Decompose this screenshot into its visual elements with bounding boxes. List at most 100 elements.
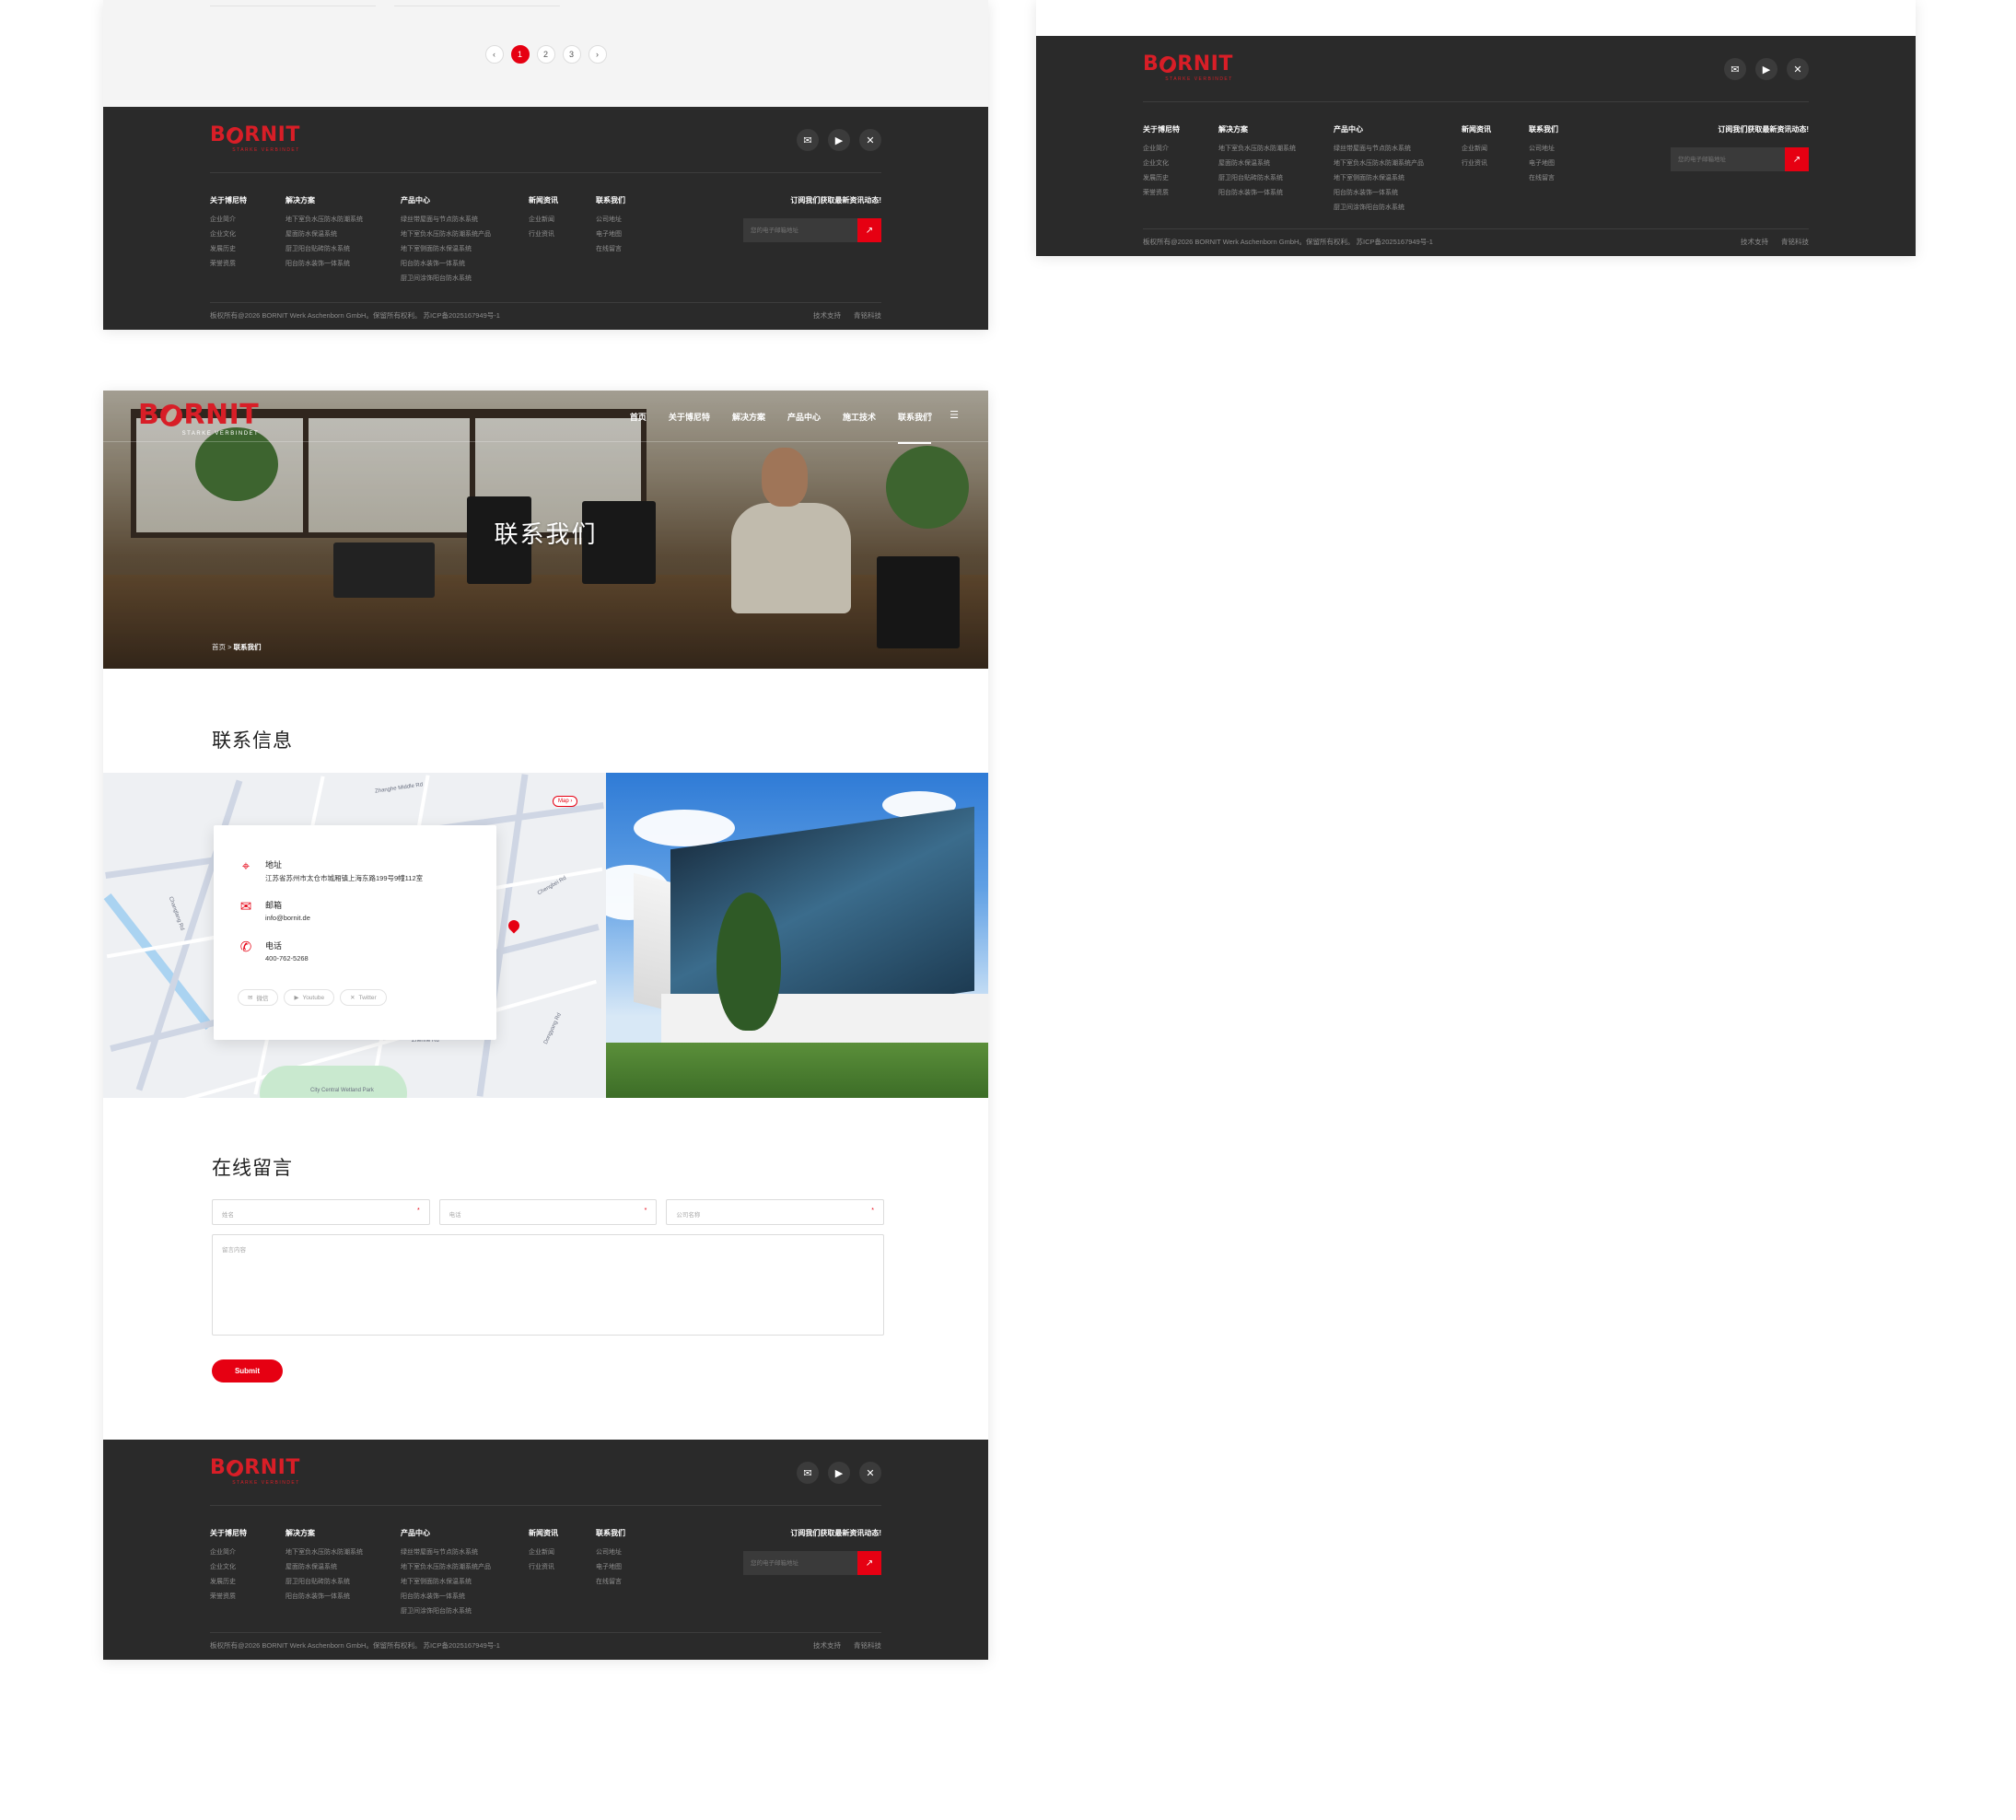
footer-link[interactable]: 地下室侧面防水保温系统 (401, 242, 529, 257)
location-map[interactable]: Zhanghe Middle Rd Changlang Rd Chengbei … (103, 773, 606, 1098)
wechat-chip[interactable]: ✉ 微信 (238, 989, 279, 1006)
nav-item-products[interactable]: 产品中心 (787, 411, 821, 444)
footer-link[interactable]: 屋面防水保温系统 (1218, 157, 1334, 171)
footer-link[interactable]: 阳台防水装饰一体系统 (401, 257, 529, 272)
pagination-page-2[interactable]: 2 (536, 45, 555, 64)
footer-link[interactable]: 发展历史 (210, 1575, 286, 1590)
footer-link[interactable]: 阳台防水装饰一体系统 (401, 1590, 529, 1604)
credit-link[interactable]: 青铭科技 (1781, 238, 1809, 246)
footer-link[interactable]: 荣誉资质 (210, 257, 286, 272)
footer-link[interactable]: 行业资讯 (529, 1560, 596, 1575)
footer-link[interactable]: 企业文化 (1143, 157, 1218, 171)
newsletter-email-input[interactable] (743, 218, 857, 242)
name-input[interactable]: 姓名 * (212, 1199, 430, 1225)
site-logo[interactable]: B RNIT STARKE VERBINDET (138, 402, 259, 438)
footer-link[interactable]: 地下室负水压防水防潮系统 (286, 213, 401, 228)
newsletter-email-input[interactable] (743, 1551, 857, 1575)
footer-link[interactable]: 厨卫间涂饰阳台防水系统 (401, 272, 529, 286)
x-twitter-icon[interactable]: ✕ (859, 1462, 881, 1484)
footer-link[interactable]: 地下室负水压防水防潮系统产品 (401, 228, 529, 242)
youtube-icon[interactable]: ▶ (828, 129, 850, 151)
footer-link[interactable]: 企业新闻 (529, 213, 596, 228)
footer-link[interactable]: 行业资讯 (1462, 157, 1529, 171)
twitter-chip[interactable]: ✕ Twitter (340, 989, 387, 1006)
footer-logo[interactable]: B RNIT STARKE VERBINDET (210, 125, 300, 154)
footer-link[interactable]: 企业新闻 (1462, 142, 1529, 157)
wechat-icon[interactable]: ✉ (1724, 58, 1746, 80)
footer-link[interactable]: 绿丝带屋面与节点防水系统 (401, 213, 529, 228)
nav-item-solutions[interactable]: 解决方案 (732, 411, 765, 444)
nav-item-contact[interactable]: 联系我们 (897, 411, 931, 444)
x-twitter-icon[interactable]: ✕ (1787, 58, 1809, 80)
newsletter-submit-arrow-icon[interactable]: ↗ (857, 218, 881, 242)
footer-link[interactable]: 电子地图 (596, 228, 660, 242)
nav-item-home[interactable]: 首页 (630, 411, 647, 444)
footer-link[interactable]: 厨卫间涂饰阳台防水系统 (1334, 201, 1462, 216)
footer-link[interactable]: 电子地图 (1529, 157, 1593, 171)
map-location-pin-icon[interactable] (506, 917, 522, 934)
footer-link[interactable]: 发展历史 (1143, 171, 1218, 186)
footer-link[interactable]: 公司地址 (596, 213, 660, 228)
footer-link[interactable]: 荣誉资质 (210, 1590, 286, 1604)
pagination-next-button[interactable]: › (588, 45, 607, 64)
email-value[interactable]: info@bornit.de (265, 914, 310, 922)
phone-input[interactable]: 电话 * (438, 1199, 658, 1225)
footer-logo[interactable]: B RNIT STARKE VERBINDET (210, 1458, 300, 1487)
footer-link[interactable]: 企业简介 (210, 1546, 286, 1560)
footer-link[interactable]: 在线留言 (596, 242, 660, 257)
footer-link[interactable]: 荣誉资质 (1143, 186, 1218, 201)
footer-link[interactable]: 阳台防水装饰一体系统 (1218, 186, 1334, 201)
nav-item-construction[interactable]: 施工技术 (843, 411, 876, 444)
newsletter-email-input[interactable] (1671, 147, 1785, 171)
youtube-icon[interactable]: ▶ (1755, 58, 1777, 80)
submit-button[interactable]: Submit (212, 1359, 283, 1382)
footer-link[interactable]: 电子地图 (596, 1560, 660, 1575)
footer-link[interactable]: 公司地址 (1529, 142, 1593, 157)
footer-link[interactable]: 地下室负水压防水防潮系统产品 (401, 1560, 529, 1575)
message-textarea[interactable]: 留言内容 (212, 1234, 884, 1336)
footer-link[interactable]: 绿丝带屋面与节点防水系统 (401, 1546, 529, 1560)
pagination-page-1[interactable]: 1 (510, 45, 530, 64)
pagination-prev-button[interactable]: ‹ (484, 45, 504, 64)
tech-support-link[interactable]: 技术支持 (1741, 238, 1768, 246)
youtube-icon[interactable]: ▶ (828, 1462, 850, 1484)
phone-value[interactable]: 400-762-5268 (265, 954, 309, 962)
footer-link[interactable]: 阳台防水装饰一体系统 (286, 1590, 401, 1604)
footer-link[interactable]: 屋面防水保温系统 (286, 1560, 401, 1575)
footer-link[interactable]: 绿丝带屋面与节点防水系统 (1334, 142, 1462, 157)
breadcrumb-home-link[interactable]: 首页 (212, 643, 226, 651)
footer-link[interactable]: 企业文化 (210, 228, 286, 242)
footer-link[interactable]: 企业简介 (210, 213, 286, 228)
nav-item-about[interactable]: 关于博尼特 (669, 411, 710, 444)
newsletter-submit-arrow-icon[interactable]: ↗ (857, 1551, 881, 1575)
footer-link[interactable]: 行业资讯 (529, 228, 596, 242)
footer-link[interactable]: 在线留言 (1529, 171, 1593, 186)
pagination-page-3[interactable]: 3 (562, 45, 581, 64)
footer-link[interactable]: 企业简介 (1143, 142, 1218, 157)
footer-link[interactable]: 地下室负水压防水防潮系统产品 (1334, 157, 1462, 171)
footer-link[interactable]: 地下室侧面防水保温系统 (401, 1575, 529, 1590)
footer-link[interactable]: 在线留言 (596, 1575, 660, 1590)
footer-link[interactable]: 阳台防水装饰一体系统 (1334, 186, 1462, 201)
credit-link[interactable]: 青铭科技 (854, 311, 881, 320)
newsletter-submit-arrow-icon[interactable]: ↗ (1785, 147, 1809, 171)
footer-link[interactable]: 公司地址 (596, 1546, 660, 1560)
footer-link[interactable]: 屋面防水保温系统 (286, 228, 401, 242)
footer-link[interactable]: 厨卫阳台贴砖防水系统 (1218, 171, 1334, 186)
wechat-icon[interactable]: ✉ (797, 1462, 819, 1484)
x-twitter-icon[interactable]: ✕ (859, 129, 881, 151)
footer-link[interactable]: 地下室负水压防水防潮系统 (1218, 142, 1334, 157)
footer-link[interactable]: 厨卫阳台贴砖防水系统 (286, 1575, 401, 1590)
footer-link[interactable]: 地下室负水压防水防潮系统 (286, 1546, 401, 1560)
youtube-chip[interactable]: ▶ Youtube (284, 989, 335, 1006)
footer-link[interactable]: 发展历史 (210, 242, 286, 257)
company-input[interactable]: 公司名称 * (666, 1199, 885, 1225)
search-icon[interactable]: ⌕ (927, 409, 933, 421)
map-open-button[interactable]: Map › (553, 796, 578, 807)
footer-link[interactable]: 企业新闻 (529, 1546, 596, 1560)
wechat-icon[interactable]: ✉ (797, 129, 819, 151)
menu-icon[interactable]: ☰ (950, 409, 959, 421)
footer-logo[interactable]: B RNIT STARKE VERBINDET (1143, 54, 1233, 83)
footer-link[interactable]: 企业文化 (210, 1560, 286, 1575)
footer-link[interactable]: 地下室侧面防水保温系统 (1334, 171, 1462, 186)
